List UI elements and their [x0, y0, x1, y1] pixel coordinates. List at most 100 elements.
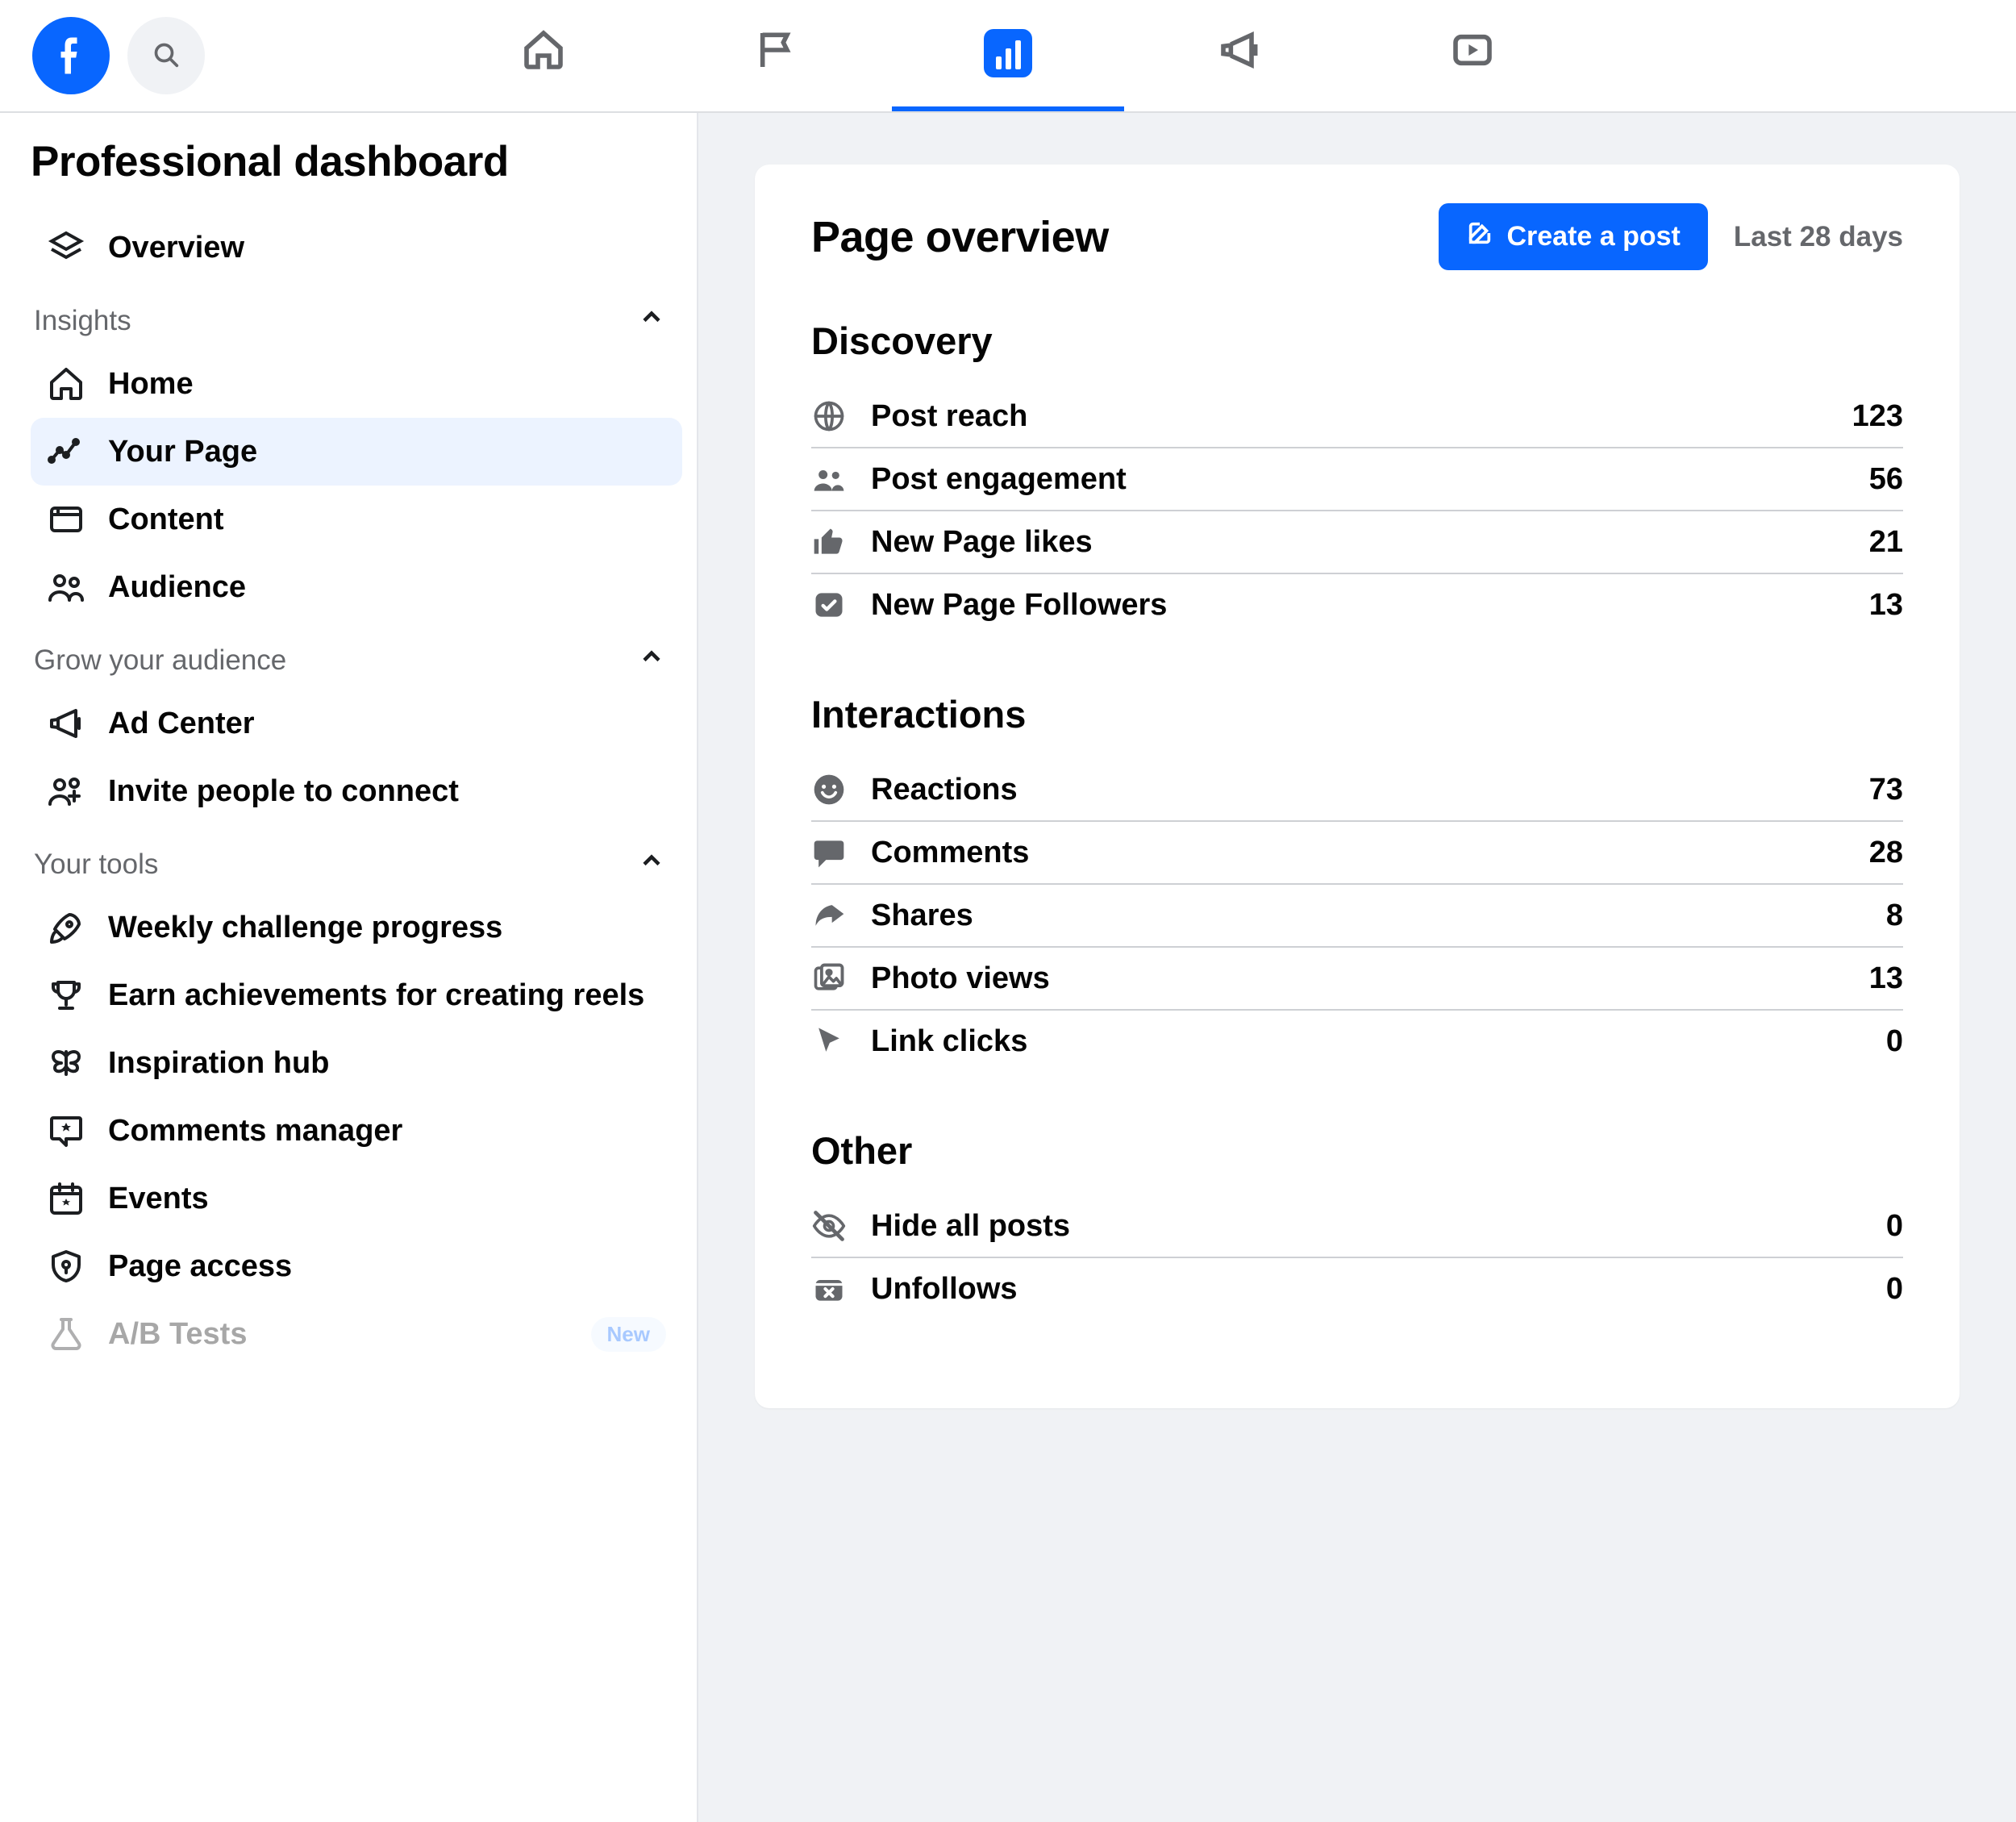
metric-group-discovery: DiscoveryPost reach123Post engagement56N… [811, 319, 1903, 636]
share-icon [811, 898, 847, 933]
metric-row-hide-all-posts[interactable]: Hide all posts0 [811, 1195, 1903, 1258]
calendar-star-icon [47, 1179, 85, 1218]
metric-row-unfollows[interactable]: Unfollows0 [811, 1258, 1903, 1320]
home-icon [521, 27, 566, 80]
metric-row-new-page-followers[interactable]: New Page Followers 13 [811, 574, 1903, 636]
video-icon [1450, 27, 1495, 80]
shield-icon [47, 1247, 85, 1286]
sidebar-item-home[interactable]: Home [31, 350, 682, 418]
metric-row-post-reach[interactable]: Post reach 123 [811, 386, 1903, 448]
metric-label: New Page Followers [871, 588, 1167, 623]
metric-value: 8 [1886, 898, 1903, 933]
tab-insights[interactable] [892, 0, 1124, 111]
create-post-button[interactable]: Create a post [1439, 203, 1707, 270]
metric-label: New Page likes [871, 525, 1093, 560]
metric-row-comments[interactable]: Comments28 [811, 822, 1903, 885]
sidebar-item-label: Page access [108, 1249, 292, 1284]
sidebar-section-header[interactable]: Your tools [31, 825, 682, 894]
megaphone-icon [47, 704, 85, 743]
sidebar-item-comments-manager[interactable]: Comments manager [31, 1097, 682, 1165]
metric-value: 13 [1869, 588, 1903, 623]
flask-icon [47, 1315, 85, 1353]
metric-row-new-page-likes[interactable]: New Page likes 21 [811, 511, 1903, 574]
chevron-up-icon [637, 642, 666, 678]
sidebar-item-weekly-challenge-progress[interactable]: Weekly challenge progress [31, 894, 682, 961]
follower-check-icon [811, 587, 847, 623]
sidebar-item-invite-people-to-connect[interactable]: Invite people to connect [31, 757, 682, 825]
sidebar-item-label: Weekly challenge progress [108, 911, 502, 945]
sidebar-item-label: A/B Tests [108, 1317, 247, 1352]
metric-value: 13 [1869, 961, 1903, 996]
people-icon [811, 461, 847, 497]
metric-group-other: OtherHide all posts0Unfollows0 [811, 1128, 1903, 1320]
metric-value: 123 [1852, 399, 1903, 434]
sidebar-item-events[interactable]: Events [31, 1165, 682, 1232]
search-button[interactable] [127, 17, 205, 94]
sidebar-section-label: Insights [34, 305, 131, 337]
sidebar-item-label: Earn achievements for creating reels [108, 978, 644, 1013]
sidebar-item-earn-achievements-for-creating-reels[interactable]: Earn achievements for creating reels [31, 961, 682, 1029]
tab-home[interactable] [427, 0, 660, 111]
sidebar-section-header[interactable]: Insights [31, 281, 682, 350]
sidebar-section-label: Your tools [34, 848, 158, 881]
tab-ad-center[interactable] [1124, 0, 1356, 111]
sidebar-item-overview[interactable]: Overview [31, 214, 682, 281]
chart-line-icon [47, 432, 85, 471]
page-overview-card: Page overview Create a post Last 28 days… [755, 165, 1960, 1408]
metric-row-shares[interactable]: Shares 8 [811, 885, 1903, 948]
sidebar-item-your-page[interactable]: Your Page [31, 418, 682, 486]
chevron-up-icon [637, 846, 666, 882]
metric-label: Photo views [871, 961, 1050, 996]
metric-value: 56 [1869, 462, 1903, 497]
house-icon [47, 365, 85, 403]
content-icon [47, 500, 85, 539]
sidebar-item-label: Inspiration hub [108, 1046, 329, 1081]
sidebar: Professional dashboard Overview Insights… [0, 113, 698, 1822]
metric-value: 0 [1886, 1024, 1903, 1059]
top-navigation [0, 0, 2016, 111]
create-post-label: Create a post [1506, 221, 1680, 252]
metric-value: 73 [1869, 773, 1903, 807]
sidebar-item-label: Home [108, 367, 194, 402]
page-overview-title: Page overview [811, 212, 1109, 262]
butterfly-icon [47, 1044, 85, 1082]
metric-value: 0 [1886, 1209, 1903, 1244]
metric-row-link-clicks[interactable]: Link clicks 0 [811, 1011, 1903, 1072]
box-x-icon [811, 1271, 847, 1307]
flag-icon [753, 27, 798, 80]
metric-group-title: Other [811, 1128, 1903, 1173]
tab-pages[interactable] [660, 0, 892, 111]
metric-label: Comments [871, 836, 1029, 870]
cursor-icon [811, 1024, 847, 1059]
sidebar-item-content[interactable]: Content [31, 486, 682, 553]
tab-video[interactable] [1356, 0, 1589, 111]
time-range-filter[interactable]: Last 28 days [1734, 221, 1903, 253]
metric-row-photo-views[interactable]: Photo views 13 [811, 948, 1903, 1011]
sidebar-item-label: Invite people to connect [108, 774, 459, 809]
sidebar-item-inspiration-hub[interactable]: Inspiration hub [31, 1029, 682, 1097]
new-badge: New [591, 1317, 666, 1352]
sidebar-item-label: Content [108, 502, 224, 537]
metric-label: Post reach [871, 399, 1027, 434]
metric-label: Reactions [871, 773, 1018, 807]
metric-label: Link clicks [871, 1024, 1027, 1059]
smile-icon [811, 772, 847, 807]
sidebar-section-label: Grow your audience [34, 644, 286, 677]
metric-row-reactions[interactable]: Reactions 73 [811, 759, 1903, 822]
sidebar-item-label: Audience [108, 570, 246, 605]
main-area: Page overview Create a post Last 28 days… [698, 113, 2016, 1822]
comment-star-icon [47, 1111, 85, 1150]
chevron-up-icon [637, 302, 666, 339]
sidebar-item-a-b-tests[interactable]: A/B Tests New [31, 1300, 682, 1368]
sidebar-item-page-access[interactable]: Page access [31, 1232, 682, 1300]
sidebar-item-ad-center[interactable]: Ad Center [31, 690, 682, 757]
facebook-logo[interactable] [32, 17, 110, 94]
metric-label: Unfollows [871, 1272, 1018, 1307]
metric-row-post-engagement[interactable]: Post engagement56 [811, 448, 1903, 511]
metric-value: 21 [1869, 525, 1903, 560]
sidebar-item-audience[interactable]: Audience [31, 553, 682, 621]
megaphone-icon [1218, 27, 1263, 80]
metric-label: Shares [871, 898, 973, 933]
sidebar-section-header[interactable]: Grow your audience [31, 621, 682, 690]
sidebar-item-label: Your Page [108, 435, 257, 469]
